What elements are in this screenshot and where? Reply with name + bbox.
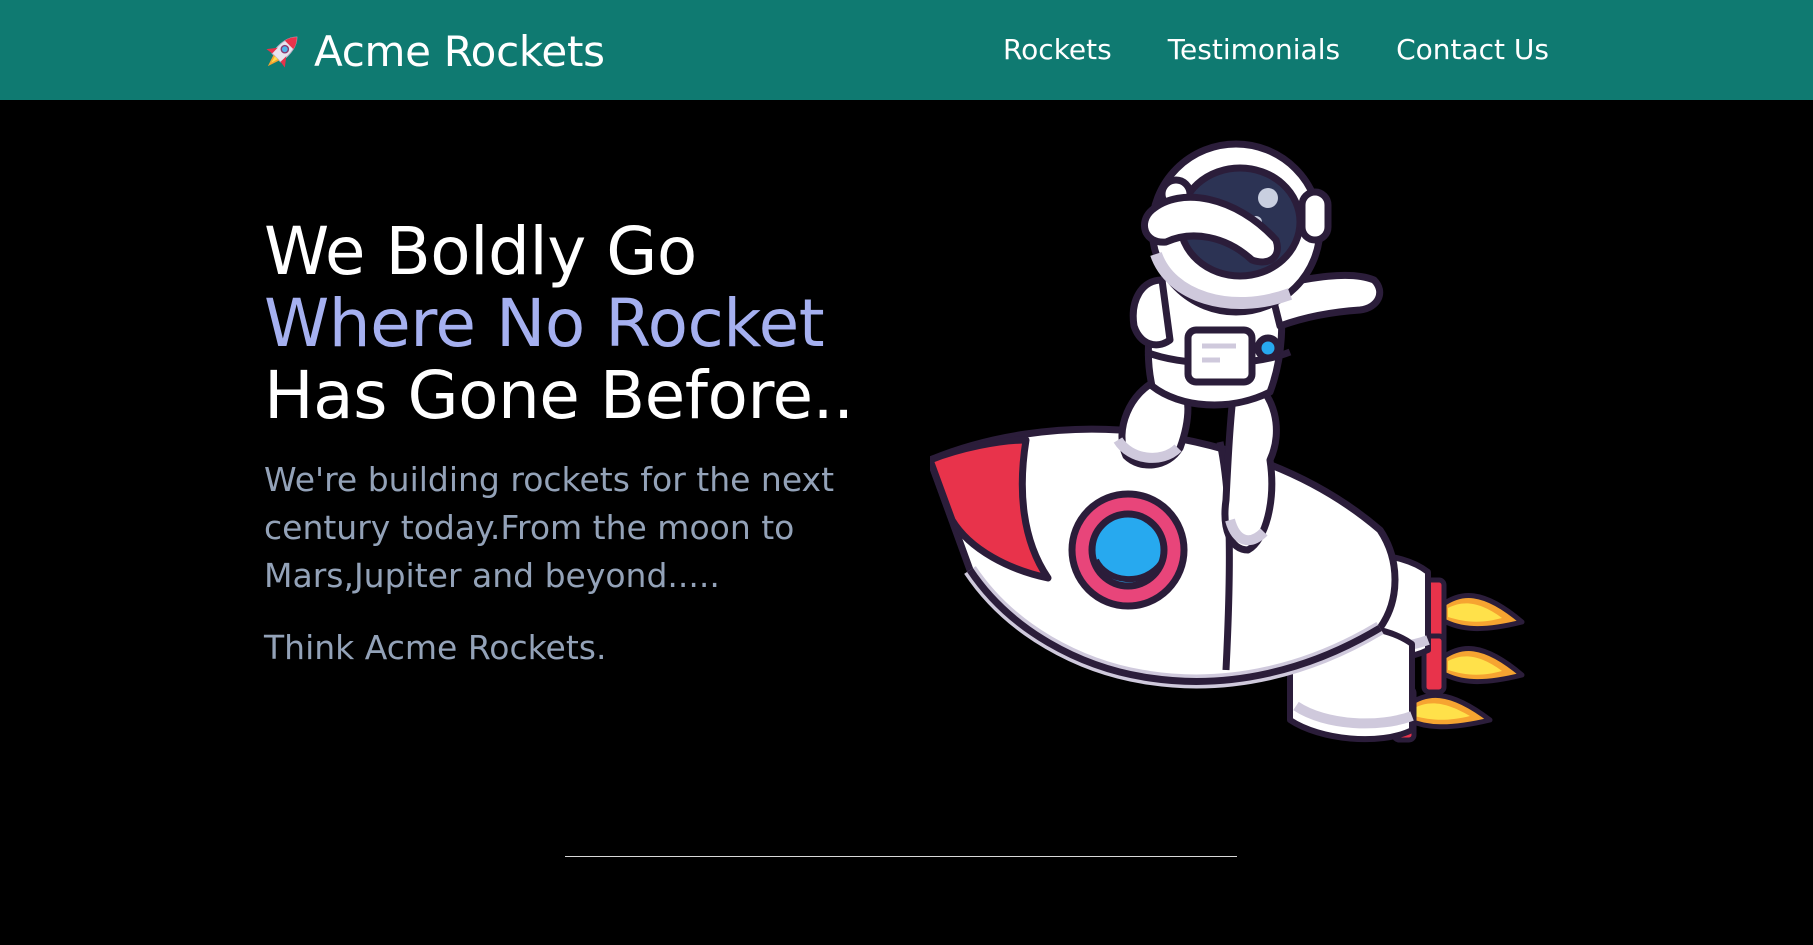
hero-title-line-1: We Boldly Go: [264, 213, 697, 290]
brand-name: Acme Rockets: [314, 27, 605, 76]
rocket-body: [930, 425, 1399, 689]
hero-tagline: Think Acme Rockets.: [264, 628, 607, 667]
nav-link-rockets[interactable]: Rockets: [1003, 30, 1112, 70]
section-divider: [565, 856, 1237, 857]
main-nav: Rockets Testimonials Contact Us: [947, 30, 1549, 70]
nav-link-contact-us[interactable]: Contact Us: [1396, 30, 1549, 70]
brand-home-link[interactable]: Acme Rockets: [258, 26, 605, 78]
page: Acme Rockets Rockets Testimonials Contac…: [0, 0, 1813, 945]
rocket-icon: [266, 36, 298, 68]
nav-link-testimonials[interactable]: Testimonials: [1168, 30, 1340, 70]
site-header: Acme Rockets Rockets Testimonials Contac…: [0, 0, 1813, 100]
hero-title: We Boldly Go Where No Rocket Has Gone Be…: [264, 216, 854, 432]
hero-title-accent-line: Where No Rocket: [264, 285, 825, 362]
astronaut-on-rocket-illustration: [930, 140, 1525, 743]
hero-description: We're building rockets for the next cent…: [264, 460, 835, 595]
hero-title-line-3: Has Gone Before..: [264, 357, 854, 434]
